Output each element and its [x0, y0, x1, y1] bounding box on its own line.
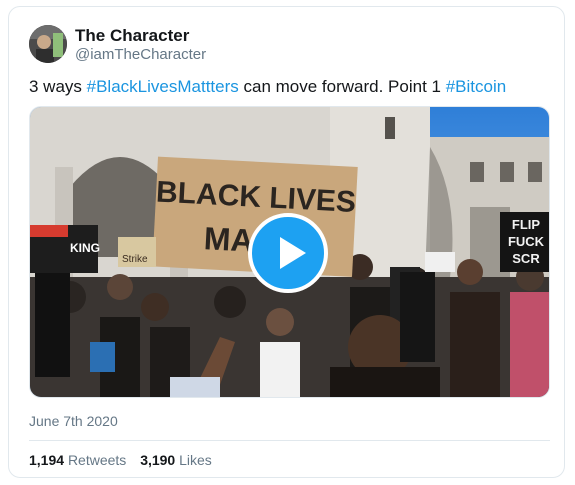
tweet-stats: 1,194 Retweets 3,190 Likes — [29, 452, 222, 468]
sign-right-line2: FUCK — [508, 234, 545, 249]
retweets-stat[interactable]: 1,194 Retweets — [29, 452, 126, 468]
likes-count: 3,190 — [140, 452, 176, 468]
tweet-date[interactable]: June 7th 2020 — [29, 413, 118, 429]
avatar[interactable] — [29, 25, 67, 63]
retweets-count: 1,194 — [29, 452, 65, 468]
sign-main-line2: MA — [203, 220, 255, 259]
video-player[interactable]: BLACK LIVES MA FLIP FUCK SCR KING Strike — [29, 106, 550, 398]
hashtag-bitcoin[interactable]: #Bitcoin — [446, 77, 506, 96]
author-display-name[interactable]: The Character — [75, 26, 189, 46]
sign-left-line1: KING — [70, 241, 100, 255]
tweet-text: 3 ways #BlackLivesMattters can move forw… — [29, 77, 506, 97]
divider — [29, 440, 550, 441]
retweets-label: Retweets — [67, 452, 127, 468]
hashtag-blacklivesmattters[interactable]: #BlackLivesMattters — [87, 77, 239, 96]
likes-stat[interactable]: 3,190 Likes — [140, 452, 212, 468]
sign-right-line1: FLIP — [512, 217, 540, 232]
tweet-card[interactable]: The Character @iamTheCharacter 3 ways #B… — [8, 6, 565, 478]
play-icon — [280, 237, 306, 269]
likes-label: Likes — [179, 452, 212, 468]
avatar-photo-icon — [29, 25, 67, 63]
sign-right-line3: SCR — [512, 251, 540, 266]
sign-left-line2: Strike — [122, 254, 148, 265]
tweet-text-middle: can move forward. Point 1 — [238, 77, 446, 96]
author-handle[interactable]: @iamTheCharacter — [75, 46, 206, 63]
tweet-text-before: 3 ways — [29, 77, 87, 96]
play-button[interactable] — [248, 213, 328, 293]
